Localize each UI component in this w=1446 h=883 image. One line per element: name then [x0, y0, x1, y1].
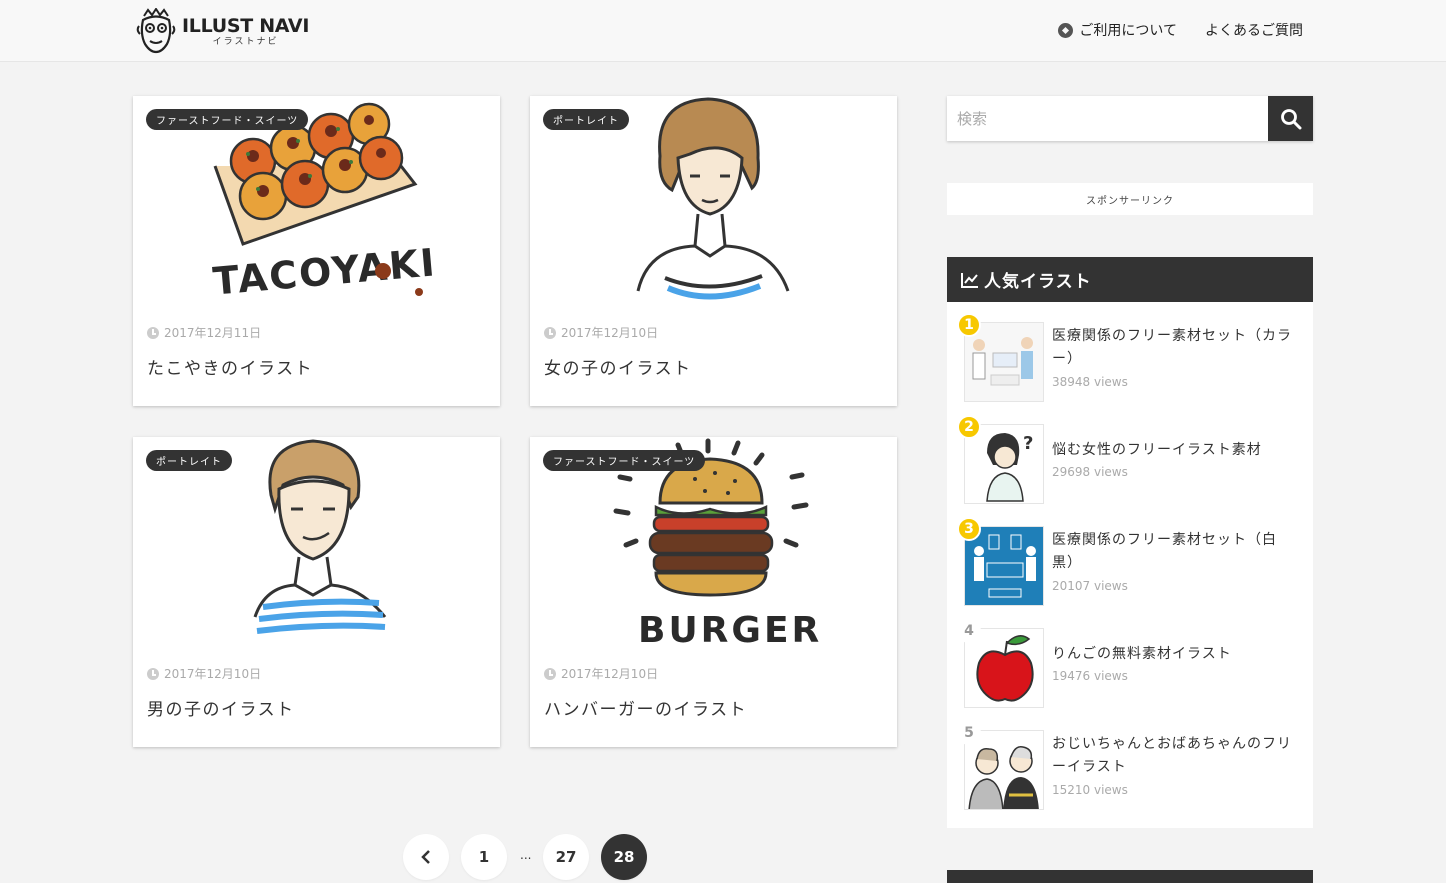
popular-item-views: 20107 views [1052, 579, 1128, 593]
nav-about-label: ご利用について [1079, 23, 1177, 39]
clock-icon [544, 667, 556, 680]
nav-faq-label: よくあるご質問 [1205, 23, 1303, 39]
popular-widget-title: 人気イラスト [984, 272, 1092, 292]
post-date-text: 2017年12月10日 [561, 326, 659, 340]
popular-item-views: 38948 views [1052, 375, 1128, 389]
post-date: 2017年12月10日 [544, 324, 658, 341]
post-card[interactable]: BURGER ファーストフード・スイーツ 2017年12月10日 ハンバーガーの… [530, 437, 897, 747]
search-button[interactable] [1268, 96, 1313, 141]
logo-title: ILLUST NAVI [182, 14, 310, 37]
popular-item-title[interactable]: 医療関係のフリー素材セット（カラー） [1052, 325, 1297, 371]
post-title[interactable]: 女の子のイラスト [544, 354, 692, 379]
monkey-face-icon [136, 8, 176, 54]
clock-icon [147, 326, 159, 339]
chevron-left-icon [421, 850, 430, 864]
nav-about[interactable]: ご利用について [1058, 20, 1177, 40]
category-badge[interactable]: ファーストフード・スイーツ [146, 109, 309, 130]
pagination-prev-button[interactable] [403, 834, 449, 880]
svg-text:TACOYAKI: TACOYAKI [211, 240, 438, 303]
site-header: ILLUST NAVI イラストナビ ご利用について よくあるご質問 [0, 0, 1446, 62]
post-card[interactable]: TACOYAKI ファーストフード・スイーツ 2017年12月11日 たこやきの… [133, 96, 500, 406]
post-date: 2017年12月10日 [544, 665, 658, 682]
post-card[interactable]: ポートレイト 2017年12月10日 男の子のイラスト [133, 437, 500, 747]
rank-badge: 2 [957, 415, 981, 439]
header-nav: ご利用について よくあるご質問 [1058, 20, 1303, 40]
clock-icon [147, 667, 159, 680]
logo-subtitle: イラストナビ [212, 36, 279, 47]
post-date-text: 2017年12月11日 [164, 326, 262, 340]
pagination-page-first[interactable]: 1 [461, 834, 507, 880]
search-input[interactable] [947, 96, 1268, 141]
popular-item-title[interactable]: おじいちゃんとおばあちゃんのフリーイラスト [1052, 733, 1297, 779]
post-date-text: 2017年12月10日 [561, 667, 659, 681]
post-title[interactable]: 男の子のイラスト [147, 695, 295, 720]
popular-widget-header: 人気イラスト [947, 257, 1313, 302]
post-title[interactable]: たこやきのイラスト [147, 354, 313, 379]
search-icon [1280, 108, 1301, 129]
search-box [947, 96, 1313, 141]
post-date: 2017年12月11日 [147, 324, 261, 341]
popular-item-views: 29698 views [1052, 465, 1128, 479]
rank-badge: 4 [957, 619, 981, 643]
svg-text:?: ? [1023, 433, 1033, 454]
post-date-text: 2017年12月10日 [164, 667, 262, 681]
rank-badge: 1 [957, 313, 981, 337]
sponsor-label: スポンサーリンク [947, 183, 1313, 215]
popular-item-title[interactable]: りんごの無料素材イラスト [1052, 643, 1297, 666]
post-card[interactable]: ポートレイト 2017年12月10日 女の子のイラスト [530, 96, 897, 406]
post-date: 2017年12月10日 [147, 665, 261, 682]
post-title[interactable]: ハンバーガーのイラスト [544, 695, 747, 720]
clock-icon [544, 326, 556, 339]
popular-item-title[interactable]: 医療関係のフリー素材セット（白黒） [1052, 529, 1297, 575]
pagination-page-current[interactable]: 28 [601, 834, 647, 880]
category-badge[interactable]: ファーストフード・スイーツ [543, 450, 706, 471]
popular-item-views: 15210 views [1052, 783, 1128, 797]
next-widget-header [947, 870, 1313, 883]
rank-badge: 5 [957, 721, 981, 745]
nav-faq[interactable]: よくあるご質問 [1205, 20, 1303, 40]
site-logo[interactable]: ILLUST NAVI イラストナビ [136, 8, 309, 54]
popular-widget: 人気イラスト 1 医療関係のフリー素材セット（カラー） 38948 views … [947, 257, 1313, 828]
compass-icon [1058, 22, 1074, 38]
svg-text:BURGER: BURGER [638, 610, 822, 651]
category-badge[interactable]: ポートレイト [543, 109, 629, 130]
trend-chart-icon [961, 272, 978, 288]
popular-item-title[interactable]: 悩む女性のフリーイラスト素材 [1052, 439, 1297, 462]
rank-badge: 3 [957, 517, 981, 541]
category-badge[interactable]: ポートレイト [146, 450, 232, 471]
pagination-page-prev[interactable]: 27 [543, 834, 589, 880]
popular-item-views: 19476 views [1052, 669, 1128, 683]
pagination-ellipsis: ... [520, 848, 532, 862]
